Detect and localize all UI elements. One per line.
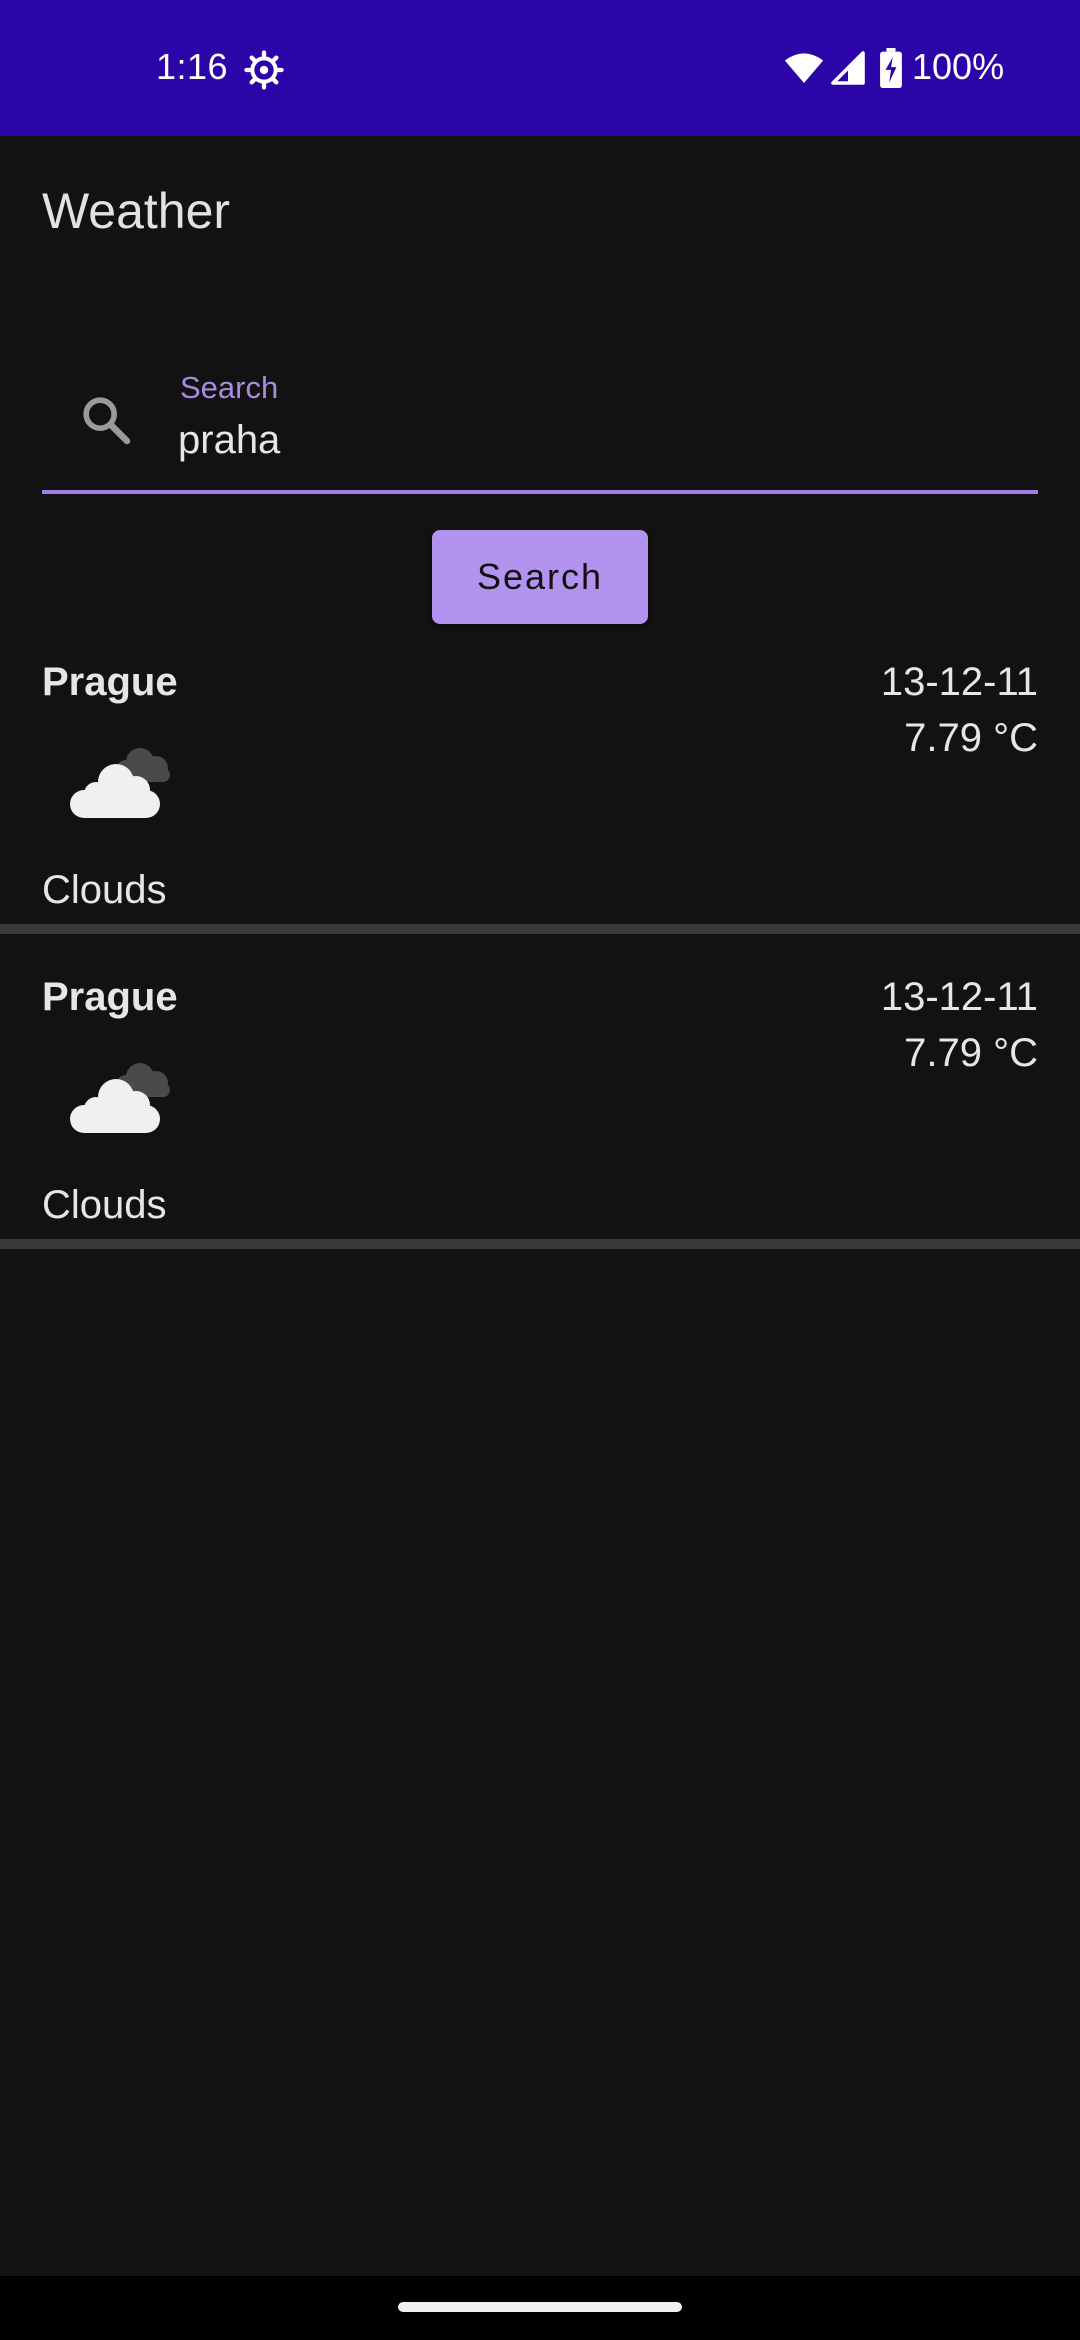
home-handle[interactable]	[398, 2302, 682, 2312]
forecast-date: 13-12-11	[880, 975, 1038, 1019]
wifi-icon	[784, 53, 824, 83]
status-time: 1:16	[156, 46, 229, 87]
signal-icon	[831, 51, 865, 85]
search-input[interactable]	[178, 412, 998, 468]
city-name: Prague	[42, 975, 178, 1019]
search-icon	[83, 397, 131, 445]
list-item[interactable]: Prague 13-12-11 7.79 °C Clouds	[0, 955, 1080, 1271]
temperature: 7.79 °C	[904, 716, 1038, 760]
clouds-icon	[70, 748, 170, 818]
search-button[interactable]: Search	[432, 530, 648, 624]
weather-condition: Clouds	[42, 1183, 167, 1227]
list-item[interactable]: Prague 13-12-11 7.79 °C Clouds	[0, 640, 1080, 956]
search-field[interactable]: Search	[42, 344, 1038, 494]
divider	[0, 924, 1080, 934]
gear-icon	[244, 50, 284, 90]
forecast-date: 13-12-11	[880, 660, 1038, 704]
battery-icon	[880, 48, 902, 88]
weather-condition: Clouds	[42, 868, 167, 912]
divider	[0, 1239, 1080, 1249]
clouds-icon	[70, 1063, 170, 1133]
battery-percentage: 100%	[912, 46, 1005, 87]
search-label: Search	[180, 370, 279, 405]
city-name: Prague	[42, 660, 178, 704]
app-title: Weather	[42, 183, 231, 239]
temperature: 7.79 °C	[904, 1031, 1038, 1075]
status-bar: 1:16 100%	[0, 0, 1080, 136]
